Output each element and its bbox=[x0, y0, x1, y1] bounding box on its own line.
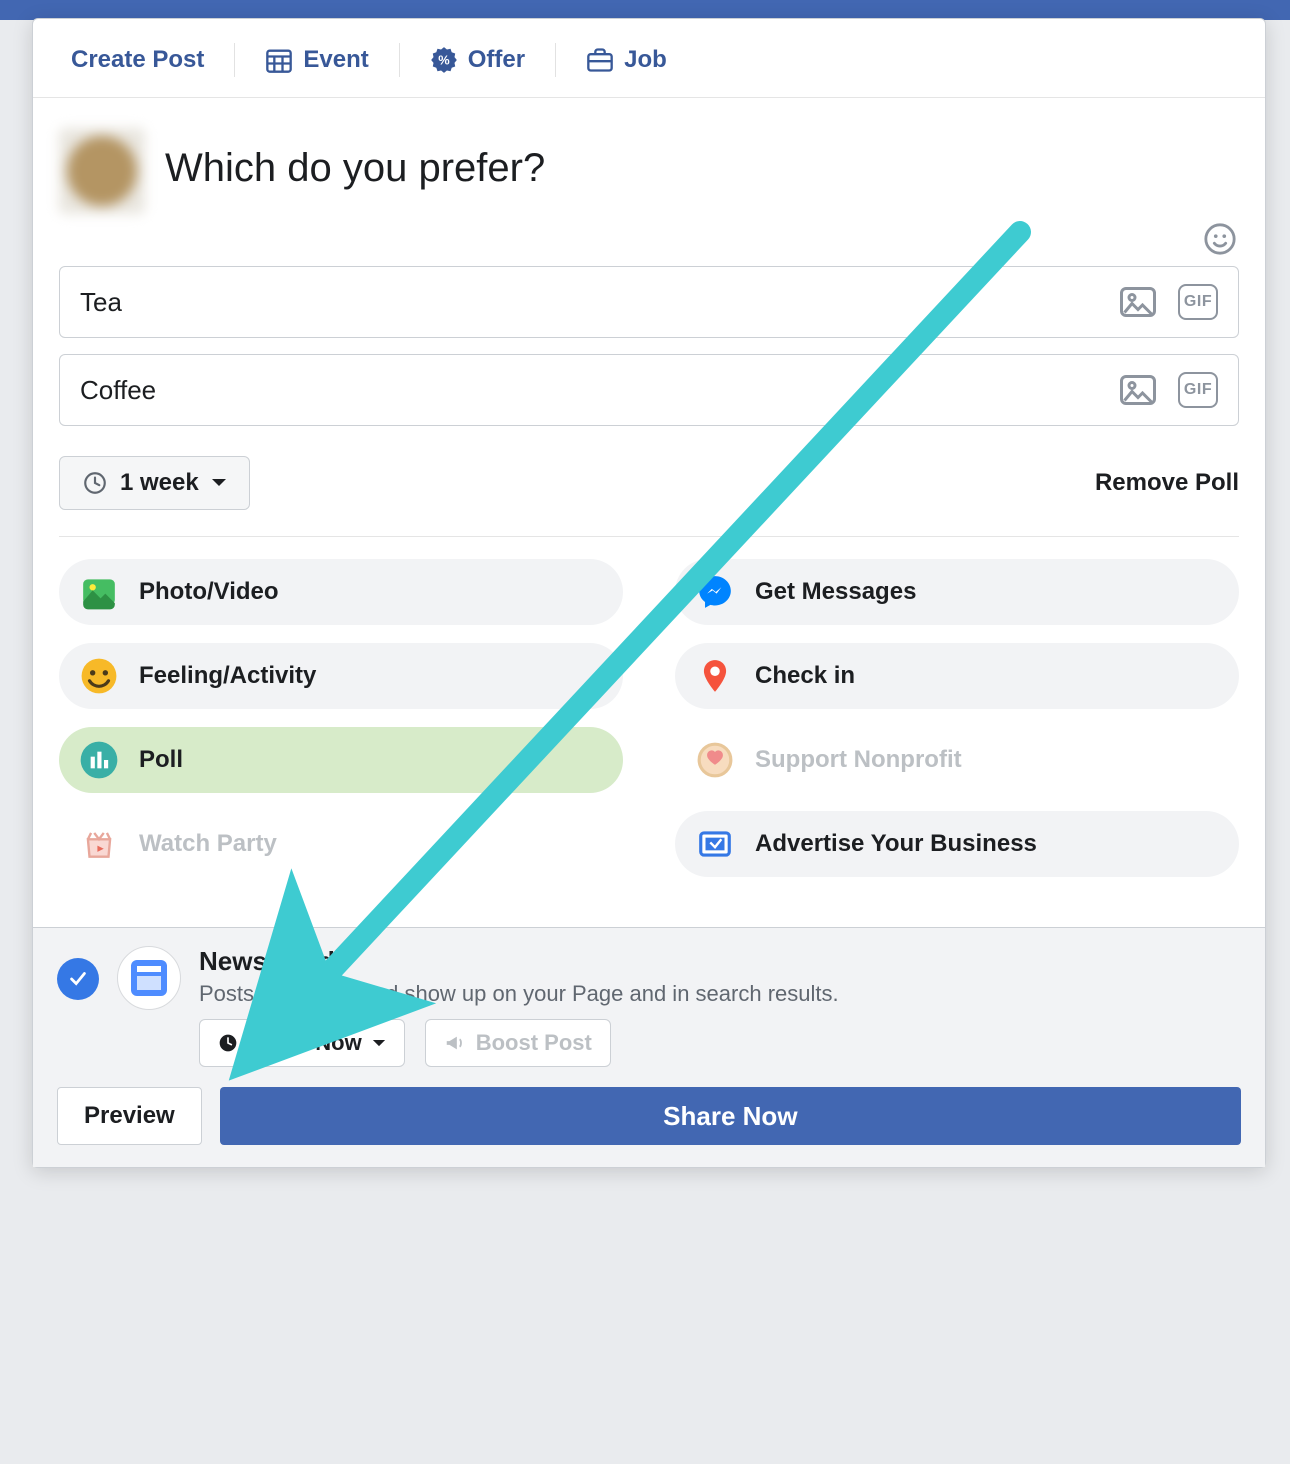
composer-tabs: Create Post Event % Offer Job bbox=[33, 19, 1265, 98]
attach-poll[interactable]: Poll bbox=[59, 727, 623, 793]
tab-event-label: Event bbox=[303, 46, 368, 74]
boost-post-label: Boost Post bbox=[476, 1030, 592, 1056]
messenger-icon bbox=[695, 572, 735, 612]
attach-feeling-activity[interactable]: Feeling/Activity bbox=[59, 643, 623, 709]
destination-text: News Feed Posts are public and show up o… bbox=[199, 946, 1241, 1067]
tab-job[interactable]: Job bbox=[586, 46, 667, 74]
emoji-picker-icon[interactable] bbox=[1203, 222, 1237, 256]
attach-support-nonprofit-label: Support Nonprofit bbox=[755, 746, 962, 774]
divider bbox=[555, 43, 556, 77]
attach-check-in-label: Check in bbox=[755, 662, 855, 690]
page-avatar bbox=[59, 128, 145, 214]
poll-question-input[interactable]: Which do you prefer? bbox=[165, 128, 1239, 191]
share-timing-label: Share Now bbox=[248, 1030, 362, 1056]
poll-option-1-input[interactable] bbox=[80, 287, 1118, 318]
poll-duration-label: 1 week bbox=[120, 469, 199, 497]
facebook-topbar bbox=[0, 0, 1290, 20]
preview-button[interactable]: Preview bbox=[57, 1087, 202, 1145]
tab-job-label: Job bbox=[624, 46, 667, 74]
bottom-actions: Preview Share Now bbox=[57, 1087, 1241, 1145]
divider bbox=[234, 43, 235, 77]
divider bbox=[399, 43, 400, 77]
question-row: Which do you prefer? bbox=[59, 128, 1239, 214]
attach-get-messages-label: Get Messages bbox=[755, 578, 916, 606]
gif-icon[interactable]: GIF bbox=[1178, 372, 1218, 408]
chevron-down-icon bbox=[372, 1039, 386, 1048]
poll-icon bbox=[79, 740, 119, 780]
feeling-icon bbox=[79, 656, 119, 696]
tab-create-post-label: Create Post bbox=[71, 46, 204, 74]
boost-post-button: Boost Post bbox=[425, 1019, 611, 1067]
poll-option-1: GIF bbox=[59, 266, 1239, 338]
attach-watch-party: Watch Party bbox=[59, 811, 623, 877]
poll-options: GIF GIF bbox=[59, 266, 1239, 426]
attach-poll-label: Poll bbox=[139, 746, 183, 774]
emoji-row bbox=[59, 214, 1239, 260]
poll-settings-row: 1 week Remove Poll bbox=[59, 456, 1239, 537]
composer-footer: News Feed Posts are public and show up o… bbox=[33, 927, 1265, 1167]
megaphone-icon bbox=[444, 1033, 466, 1053]
tab-offer[interactable]: % Offer bbox=[430, 46, 525, 74]
clock-solid-icon bbox=[218, 1033, 238, 1053]
photo-video-icon bbox=[79, 572, 119, 612]
svg-text:%: % bbox=[438, 53, 450, 68]
photo-icon[interactable] bbox=[1118, 284, 1158, 320]
destination-checked-icon[interactable] bbox=[57, 958, 99, 1000]
advertise-icon bbox=[695, 824, 735, 864]
tab-create-post[interactable]: Create Post bbox=[61, 46, 204, 74]
poll-option-2-input[interactable] bbox=[80, 375, 1118, 406]
tab-event[interactable]: Event bbox=[265, 46, 368, 74]
attach-support-nonprofit: Support Nonprofit bbox=[675, 727, 1239, 793]
remove-poll-link[interactable]: Remove Poll bbox=[1095, 469, 1239, 497]
share-timing-dropdown[interactable]: Share Now bbox=[199, 1019, 405, 1067]
attach-feeling-activity-label: Feeling/Activity bbox=[139, 662, 316, 690]
clock-icon bbox=[82, 470, 108, 496]
chevron-down-icon bbox=[211, 478, 227, 488]
poll-option-2: GIF bbox=[59, 354, 1239, 426]
attach-check-in[interactable]: Check in bbox=[675, 643, 1239, 709]
destination-subtitle: Posts are public and show up on your Pag… bbox=[199, 981, 1241, 1007]
photo-icon[interactable] bbox=[1118, 372, 1158, 408]
briefcase-icon bbox=[586, 46, 614, 74]
location-pin-icon bbox=[695, 656, 735, 696]
attach-photo-video-label: Photo/Video bbox=[139, 578, 279, 606]
share-now-button[interactable]: Share Now bbox=[220, 1087, 1241, 1145]
poll-duration-dropdown[interactable]: 1 week bbox=[59, 456, 250, 510]
news-feed-icon bbox=[117, 946, 181, 1010]
gif-icon[interactable]: GIF bbox=[1178, 284, 1218, 320]
attach-photo-video[interactable]: Photo/Video bbox=[59, 559, 623, 625]
tab-offer-label: Offer bbox=[468, 46, 525, 74]
destination-row: News Feed Posts are public and show up o… bbox=[57, 946, 1241, 1067]
attachment-grid: Photo/Video Get Messages Feeling/Activit… bbox=[59, 559, 1239, 877]
offer-badge-icon: % bbox=[430, 46, 458, 74]
create-post-modal: Create Post Event % Offer Job Which do bbox=[32, 18, 1266, 1168]
attach-watch-party-label: Watch Party bbox=[139, 830, 277, 858]
nonprofit-icon bbox=[695, 740, 735, 780]
calendar-icon bbox=[265, 46, 293, 74]
composer-body: Which do you prefer? GIF bbox=[33, 98, 1265, 927]
destination-title: News Feed bbox=[199, 946, 1241, 977]
attach-get-messages[interactable]: Get Messages bbox=[675, 559, 1239, 625]
watch-party-icon bbox=[79, 824, 119, 864]
attach-advertise[interactable]: Advertise Your Business bbox=[675, 811, 1239, 877]
attach-advertise-label: Advertise Your Business bbox=[755, 830, 1037, 858]
